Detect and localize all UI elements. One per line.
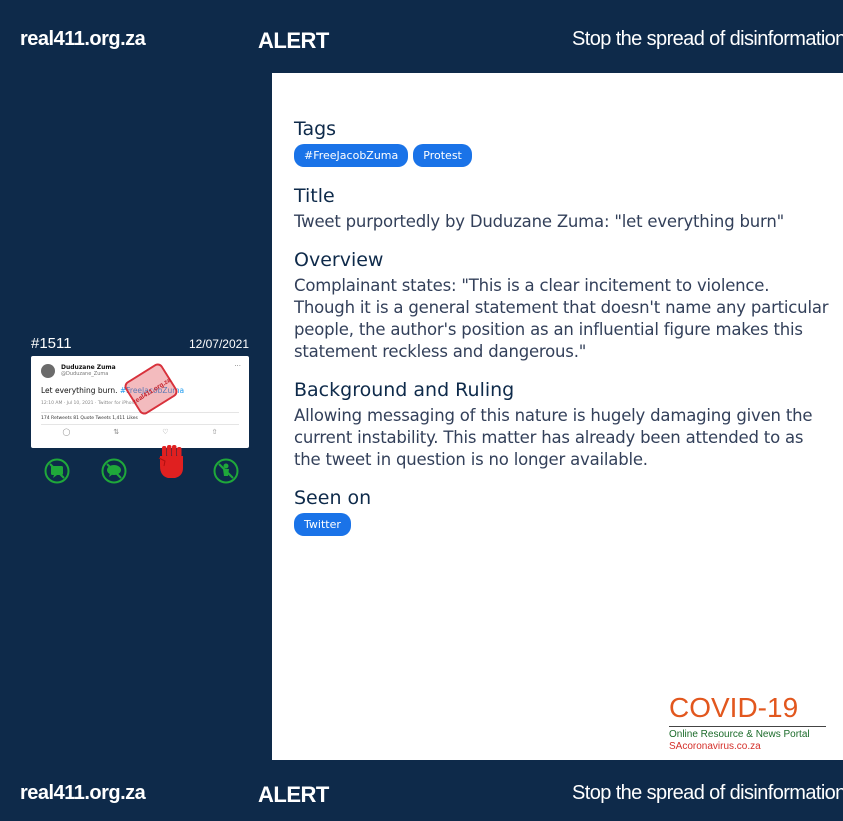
tweet-text-plain: Let everything burn. bbox=[41, 386, 120, 395]
more-icon: ··· bbox=[234, 362, 241, 370]
card-header: #1511 12/07/2021 bbox=[31, 335, 249, 352]
tweet-screenshot[interactable]: Duduzane Zuma @Duduzane_Zuma ··· Let eve… bbox=[31, 356, 249, 448]
reply-icon: ◯ bbox=[62, 428, 71, 436]
covid-logo-title: COVID-19 bbox=[669, 692, 799, 723]
avatar bbox=[41, 364, 55, 378]
seen-on-heading: Seen on bbox=[294, 487, 372, 509]
seen-on-list: Twitter bbox=[294, 513, 834, 536]
sidebar: #1511 12/07/2021 Duduzane Zuma @Duduzane… bbox=[0, 73, 272, 760]
tags-section: Tags #FreeJacobZuma Protest bbox=[294, 118, 834, 167]
overview-text: Complainant states: "This is a clear inc… bbox=[294, 276, 829, 361]
case-date: 12/07/2021 bbox=[188, 337, 249, 351]
like-icon: ♡ bbox=[162, 428, 169, 436]
background-heading: Background and Ruling bbox=[294, 379, 515, 401]
tags-list: #FreeJacobZuma Protest bbox=[294, 144, 834, 167]
incitement-fist-icon[interactable] bbox=[156, 444, 186, 480]
stamp-icon: real411.org.za bbox=[124, 363, 178, 415]
share-icon: ⇧ bbox=[211, 428, 218, 436]
site-name[interactable]: real411.org.za bbox=[20, 782, 146, 805]
slogan: Stop the spread of disinformation bbox=[572, 28, 843, 50]
tweet-meta: 12:10 AM · Jul 10, 2021 · Twitter for iP… bbox=[41, 401, 138, 406]
top-banner: real411.org.za ALERT Stop the spread of … bbox=[0, 0, 843, 73]
background-text: Allowing messaging of this nature is hug… bbox=[294, 406, 813, 469]
misinformation-icon[interactable] bbox=[44, 458, 70, 484]
tag-pill[interactable]: Protest bbox=[413, 144, 472, 167]
tweet-author-name: Duduzane Zuma bbox=[61, 364, 116, 371]
slogan: Stop the spread of disinformation bbox=[572, 782, 843, 804]
background-section: Background and Ruling Allowing messaging… bbox=[294, 379, 834, 471]
overview-heading: Overview bbox=[294, 249, 384, 271]
seen-on-section: Seen on Twitter bbox=[294, 487, 834, 536]
covid-logo-subtitle: Online Resource & News Portal bbox=[669, 729, 810, 740]
harassment-icon[interactable] bbox=[213, 458, 239, 484]
case-details: Tags #FreeJacobZuma Protest Title Tweet … bbox=[294, 118, 834, 536]
tweet-stats: 174 Retweets 81 Quote Tweets 1,411 Likes bbox=[41, 416, 138, 421]
case-card[interactable]: #1511 12/07/2021 Duduzane Zuma @Duduzane… bbox=[31, 335, 249, 448]
alert-label: ALERT bbox=[258, 782, 329, 807]
title-heading: Title bbox=[294, 185, 335, 207]
platform-pill[interactable]: Twitter bbox=[294, 513, 351, 536]
site-name[interactable]: real411.org.za bbox=[20, 28, 146, 51]
covid-logo-url: SAcoronavirus.co.za bbox=[669, 741, 761, 752]
retweet-icon: ⇅ bbox=[113, 428, 120, 436]
overview-section: Overview Complainant states: "This is a … bbox=[294, 249, 834, 363]
case-title: Tweet purportedly by Duduzane Zuma: "let… bbox=[294, 212, 784, 231]
tag-pill[interactable]: #FreeJacobZuma bbox=[294, 144, 409, 167]
alert-label: ALERT bbox=[258, 28, 329, 53]
covid-portal-logo[interactable]: COVID-19 Online Resource & News Portal S… bbox=[669, 692, 829, 760]
hate-speech-icon[interactable] bbox=[101, 458, 127, 484]
divider bbox=[669, 726, 826, 727]
case-id: #1511 bbox=[31, 335, 72, 352]
category-icons bbox=[31, 445, 249, 492]
tags-heading: Tags bbox=[294, 118, 337, 140]
bottom-banner: real411.org.za ALERT Stop the spread of … bbox=[0, 760, 843, 821]
tweet-author-handle: @Duduzane_Zuma bbox=[61, 371, 109, 377]
tweet-actions: ◯ ⇅ ♡ ⇧ bbox=[41, 428, 239, 436]
divider bbox=[41, 424, 239, 425]
title-section: Title Tweet purportedly by Duduzane Zuma… bbox=[294, 185, 834, 233]
